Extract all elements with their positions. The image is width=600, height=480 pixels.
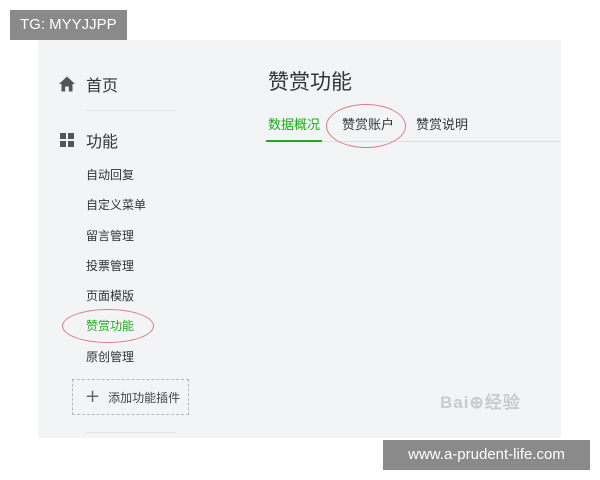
sidebar-item-function[interactable]: 功能 — [58, 128, 118, 152]
tab-active-indicator — [266, 140, 322, 142]
sidebar-item-page-template[interactable]: 页面模版 — [86, 287, 134, 305]
grid-icon — [58, 131, 76, 149]
sidebar-item-home[interactable]: 首页 — [58, 72, 118, 96]
sidebar-item-vote-manage[interactable]: 投票管理 — [86, 257, 134, 275]
page-title: 赞赏功能 — [268, 70, 352, 94]
sidebar-item-function-label: 功能 — [86, 132, 119, 151]
sidebar-item-home-label: 首页 — [86, 76, 119, 95]
add-plugin-label: 添加功能插件 — [108, 390, 181, 405]
sidebar-bottom-divider — [86, 432, 176, 433]
sidebar-item-auto-reply[interactable]: 自动回复 — [86, 166, 134, 184]
home-icon — [58, 75, 76, 93]
tg-overlay-label: TG: MYYJJPP — [10, 10, 127, 40]
sidebar-item-custom-menu[interactable]: 自定义菜单 — [86, 196, 146, 214]
site-watermark: www.a-prudent-life.com — [383, 440, 590, 470]
tab-data-overview[interactable]: 数据概况 — [268, 116, 320, 136]
add-plugin-button[interactable]: + 添加功能插件 — [72, 379, 189, 415]
sidebar-item-comment-manage[interactable]: 留言管理 — [86, 227, 134, 245]
tab-reward-description[interactable]: 赞赏说明 — [416, 116, 468, 136]
sidebar-divider — [86, 110, 176, 111]
plus-icon: + — [85, 386, 101, 407]
sidebar-item-original-manage[interactable]: 原创管理 — [86, 348, 134, 366]
baidu-watermark: Bai⊕经验 — [440, 393, 521, 412]
tab-reward-account[interactable]: 赞赏账户 — [342, 116, 394, 136]
sidebar-item-reward[interactable]: 赞赏功能 — [86, 317, 134, 335]
